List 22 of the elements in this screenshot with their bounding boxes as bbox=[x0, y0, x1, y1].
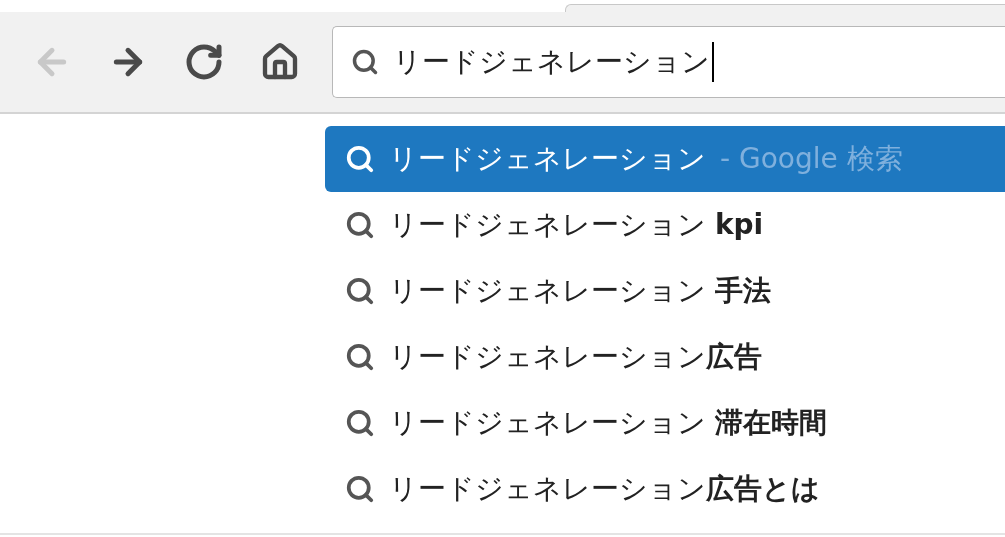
search-icon bbox=[345, 342, 375, 372]
suggestion-description: - Google 検索 bbox=[720, 141, 903, 177]
suggestion-item[interactable]: リードジェネレーション 手法 bbox=[325, 258, 1005, 324]
suggestion-text: リードジェネレーション 滞在時間 bbox=[389, 405, 827, 441]
address-text: リードジェネレーション bbox=[393, 44, 710, 80]
search-icon bbox=[345, 276, 375, 306]
suggestion-item[interactable]: リードジェネレーション kpi bbox=[325, 192, 1005, 258]
suggestion-text: リードジェネレーション kpi bbox=[389, 207, 764, 243]
suggestion-item[interactable]: リードジェネレーション - Google 検索 bbox=[325, 126, 1005, 192]
search-icon bbox=[345, 408, 375, 438]
address-bar[interactable]: リードジェネレーション bbox=[332, 26, 1005, 98]
suggestion-text: リードジェネレーション 手法 bbox=[389, 273, 771, 309]
suggestion-item[interactable]: リードジェネレーション広告とは bbox=[325, 456, 1005, 522]
search-icon bbox=[351, 48, 379, 76]
suggestion-text: リードジェネレーション広告 bbox=[389, 339, 762, 375]
search-icon bbox=[345, 474, 375, 504]
suggestion-text: リードジェネレーション広告とは bbox=[389, 471, 820, 507]
suggestion-item[interactable]: リードジェネレーション広告 bbox=[325, 324, 1005, 390]
suggestion-text: リードジェネレーション bbox=[389, 141, 706, 177]
suggestion-item[interactable]: リードジェネレーション 滞在時間 bbox=[325, 390, 1005, 456]
search-icon bbox=[345, 144, 375, 174]
search-icon bbox=[345, 210, 375, 240]
